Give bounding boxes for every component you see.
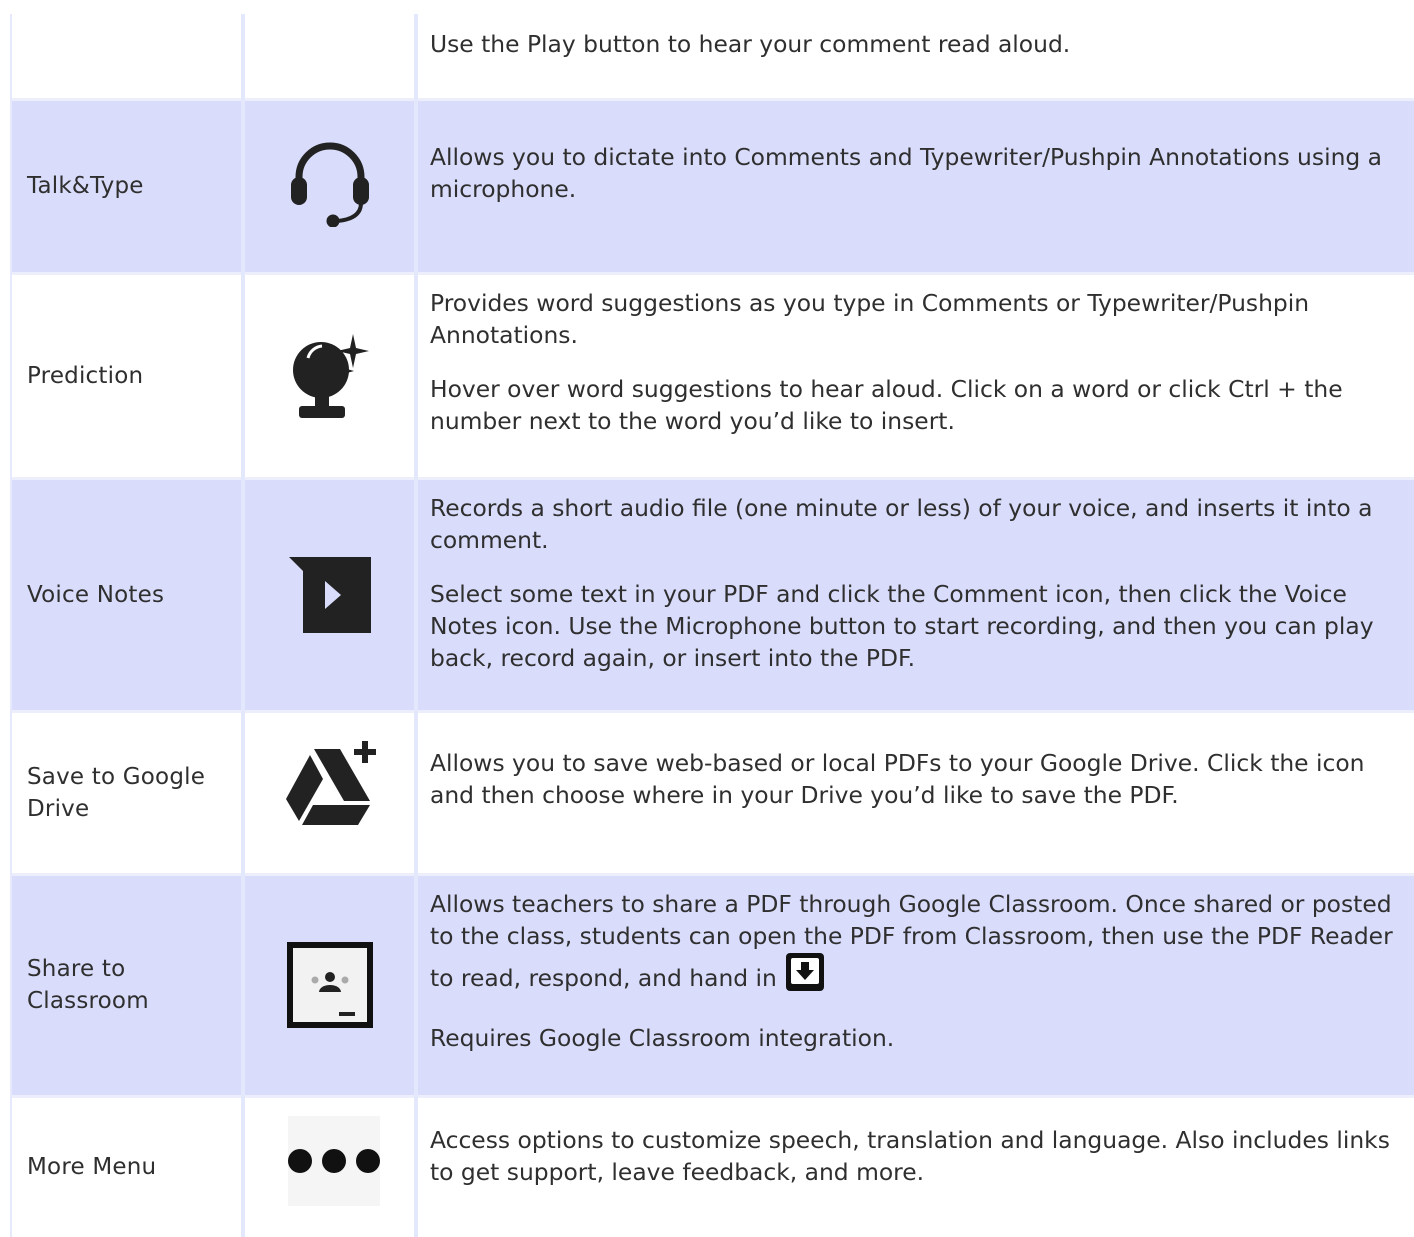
description-paragraph: Allows teachers to share a PDF through G… bbox=[430, 888, 1406, 1000]
description-paragraph: Use the Play button to hear your comment… bbox=[430, 30, 1071, 58]
description-paragraph: Allows you to save web-based or local PD… bbox=[430, 749, 1365, 809]
table-row-play: Use the Play button to hear your comment… bbox=[12, 14, 1414, 99]
feature-description: Provides word suggestions as you type in… bbox=[418, 273, 1414, 478]
feature-description: Allows teachers to share a PDF through G… bbox=[418, 874, 1414, 1096]
description-paragraph: Hover over word suggestions to hear alou… bbox=[430, 375, 1343, 435]
feature-description: Allows you to dictate into Comments and … bbox=[418, 99, 1414, 273]
feature-name: More Menu bbox=[27, 1153, 157, 1180]
row-divider bbox=[12, 710, 1414, 713]
row-divider bbox=[12, 1095, 1414, 1098]
feature-name: Prediction bbox=[27, 362, 144, 389]
description-paragraph: Access options to customize speech, tran… bbox=[430, 1126, 1390, 1186]
headset-icon bbox=[290, 142, 369, 227]
classroom-icon bbox=[286, 942, 373, 1028]
description-paragraph: Requires Google Classroom integration. bbox=[430, 1024, 895, 1052]
column-divider bbox=[414, 14, 418, 1237]
description-paragraph: Records a short audio file (one minute o… bbox=[430, 494, 1373, 554]
table-row-prediction: Prediction Provides word suggestions as … bbox=[12, 273, 1414, 478]
feature-icon-cell bbox=[245, 1096, 414, 1237]
table-row-classroom: Share to Classroom Allows teachers to sh… bbox=[12, 874, 1414, 1096]
hand-in-icon bbox=[785, 952, 825, 1000]
features-table: Use the Play button to hear your comment… bbox=[10, 14, 1414, 1237]
table-row-voice-notes: Voice Notes Records a short audio file (… bbox=[12, 478, 1414, 711]
feature-icon-cell bbox=[245, 99, 414, 273]
feature-description: Access options to customize speech, tran… bbox=[418, 1096, 1414, 1237]
row-divider bbox=[12, 98, 1414, 101]
description-text: Allows teachers to share a PDF through G… bbox=[430, 890, 1393, 992]
feature-icon-cell bbox=[245, 874, 414, 1096]
description-paragraph: Select some text in your PDF and click t… bbox=[430, 580, 1374, 672]
row-divider bbox=[12, 272, 1414, 275]
feature-name: Share to Classroom bbox=[27, 956, 149, 1014]
feature-name: Save to Google Drive bbox=[27, 763, 206, 822]
feature-name: Talk&Type bbox=[27, 173, 144, 199]
column-divider bbox=[241, 14, 245, 1237]
feature-icon-cell bbox=[245, 273, 414, 478]
more-dots-icon bbox=[287, 1115, 380, 1206]
feature-icon-cell bbox=[245, 711, 414, 874]
feature-name: Voice Notes bbox=[27, 581, 165, 608]
voice-note-icon bbox=[288, 556, 371, 633]
feature-icon-cell bbox=[245, 14, 414, 99]
table-row-talk-type: Talk&Type Allows you to dictate into Com… bbox=[12, 99, 1414, 273]
feature-description: Records a short audio file (one minute o… bbox=[418, 478, 1414, 711]
description-paragraph: Allows you to dictate into Comments and … bbox=[430, 143, 1383, 203]
row-divider bbox=[12, 873, 1414, 876]
feature-description: Allows you to save web-based or local PD… bbox=[418, 711, 1414, 874]
row-divider bbox=[12, 477, 1414, 480]
feature-icon-cell bbox=[245, 478, 414, 711]
column-divider bbox=[10, 14, 12, 1237]
google-drive-add-icon bbox=[285, 740, 376, 825]
crystal-ball-icon bbox=[292, 333, 369, 418]
feature-description: Use the Play button to hear your comment… bbox=[418, 14, 1414, 99]
feature-name bbox=[12, 14, 241, 99]
description-paragraph: Provides word suggestions as you type in… bbox=[430, 289, 1310, 349]
table-row-google-drive: Save to Google Drive Allows you to save … bbox=[12, 711, 1414, 874]
table-row-more-menu: More Menu Access options to customize sp… bbox=[12, 1096, 1414, 1237]
